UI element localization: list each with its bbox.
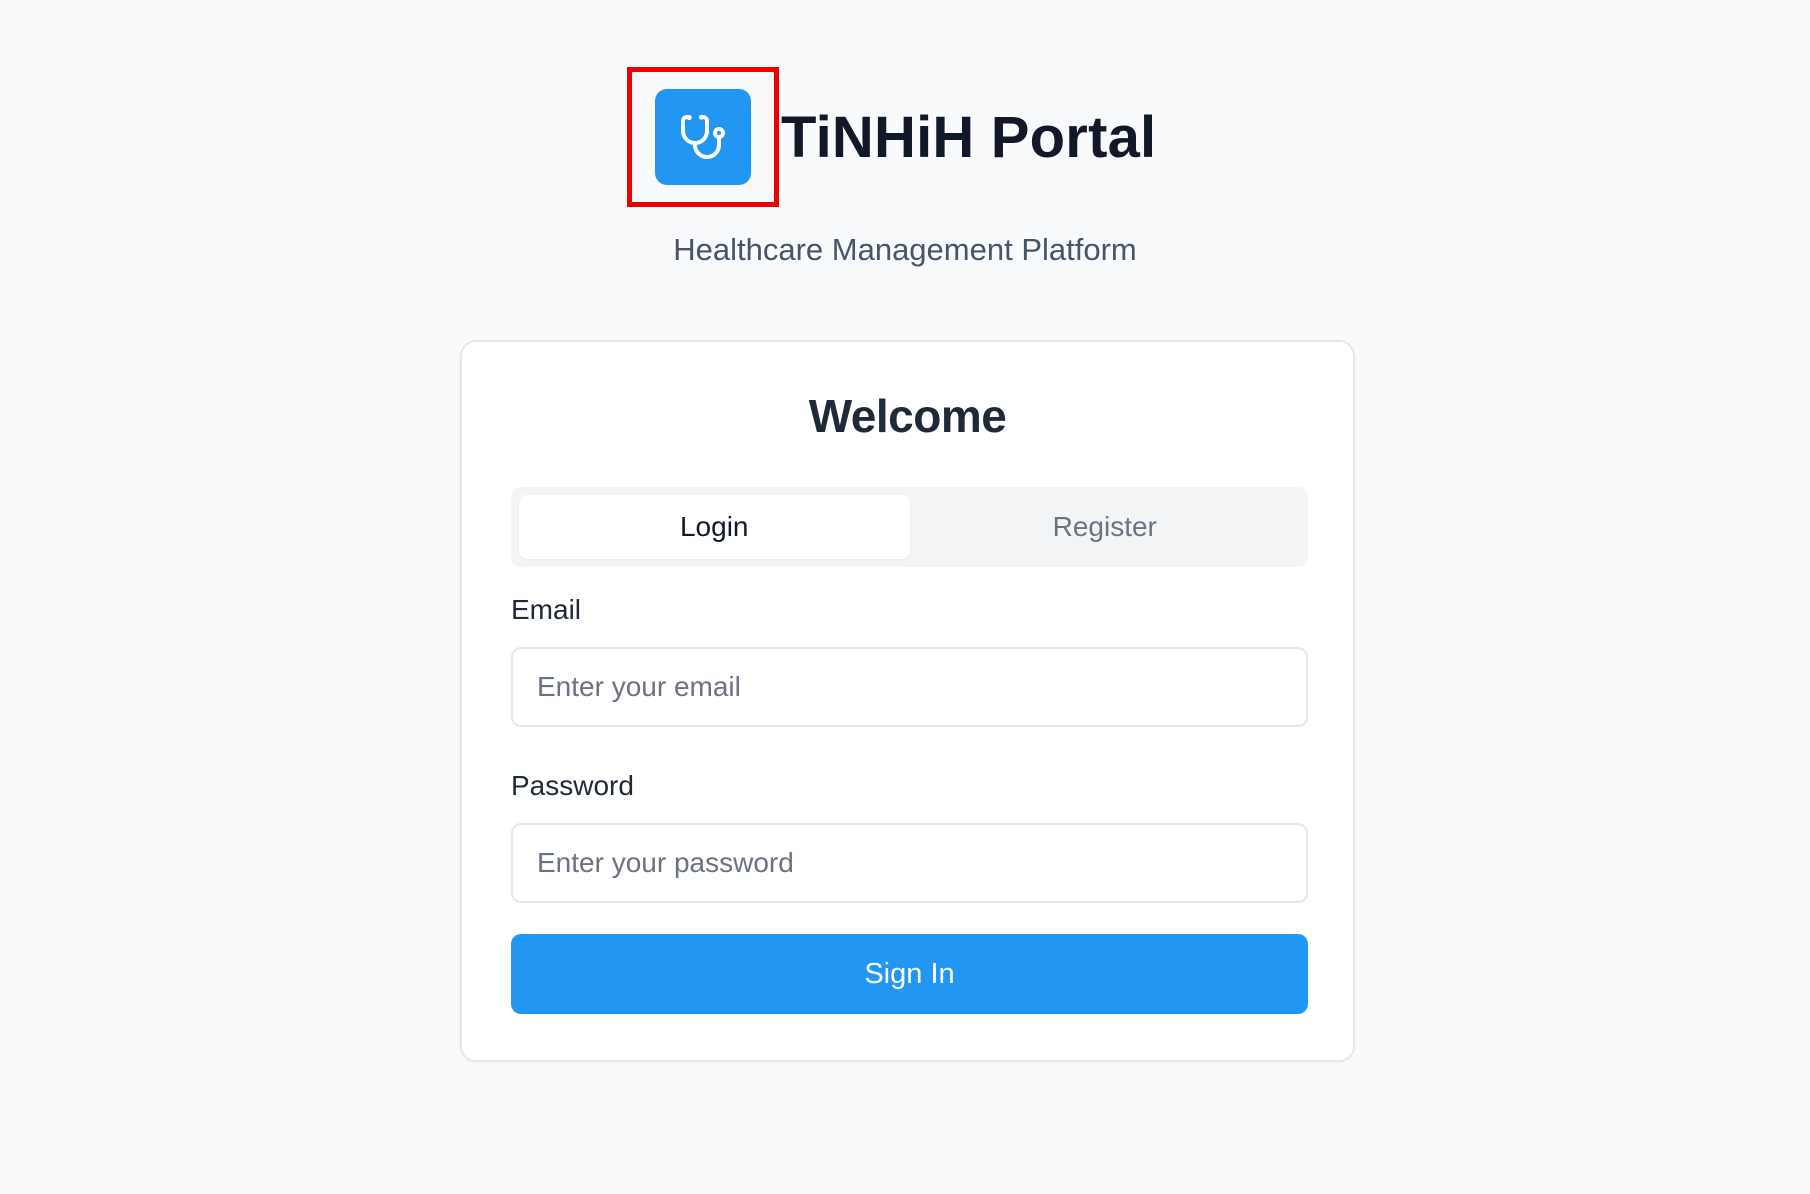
brand-title: TiNHiH Portal [781, 104, 1157, 170]
stethoscope-icon [681, 115, 725, 159]
login-card: Welcome Login Register Email Password Si… [460, 340, 1355, 1062]
logo-tile[interactable] [655, 89, 751, 185]
brand-row: TiNHiH Portal [627, 67, 1157, 207]
password-field[interactable] [511, 823, 1308, 903]
tab-login[interactable]: Login [519, 495, 910, 559]
logo-highlight-box [627, 67, 779, 207]
email-field[interactable] [511, 647, 1308, 727]
auth-tabs: Login Register [511, 487, 1308, 567]
sign-in-button[interactable]: Sign In [511, 934, 1308, 1014]
email-label: Email [511, 594, 582, 625]
password-label: Password [511, 770, 634, 801]
tab-register[interactable]: Register [910, 495, 1301, 559]
card-heading: Welcome [808, 390, 1007, 442]
page-header: TiNHiH Portal Healthcare Management Plat… [0, 0, 1810, 300]
brand-subtitle: Healthcare Management Platform [673, 232, 1137, 267]
